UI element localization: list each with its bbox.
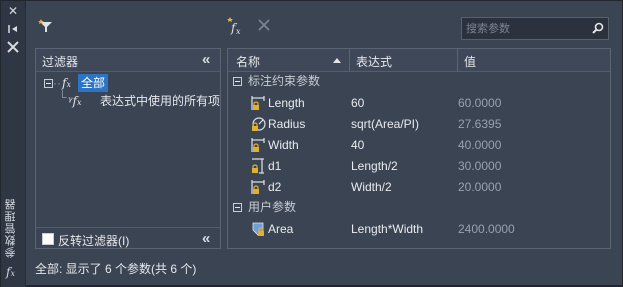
- table-row[interactable]: d1 Length/2 30.0000: [228, 156, 610, 176]
- toolbar: fx: [26, 3, 623, 43]
- param-value: 20.0000: [458, 180, 502, 194]
- collapse-group-icon[interactable]: [233, 203, 242, 212]
- user-param-icon: [250, 221, 266, 237]
- param-expression[interactable]: Width/2: [351, 177, 392, 197]
- param-value: 60.0000: [458, 96, 502, 110]
- close-icon[interactable]: ✕: [6, 4, 20, 18]
- collapse-group-icon[interactable]: [233, 77, 242, 86]
- palette-title: 参数管理器: [5, 198, 17, 258]
- search-box[interactable]: [461, 17, 609, 40]
- collapse-left-icon[interactable]: «: [202, 231, 211, 246]
- param-expression[interactable]: Length/2: [351, 156, 398, 176]
- filter-panel-title: 过滤器: [42, 55, 79, 69]
- param-name: Length: [268, 96, 305, 110]
- column-header-value[interactable]: 值: [464, 53, 476, 70]
- group-dimensional-constraints[interactable]: 标注约束参数: [228, 72, 610, 90]
- filter-panel-header: 过滤器 «: [36, 49, 220, 72]
- tree-item-label: 表达式中使用的所有项: [100, 94, 221, 108]
- linear-lock-icon: [250, 179, 266, 195]
- status-text: 全部: 显示了 6 个参数(共 6 个): [35, 262, 197, 276]
- column-header-expression[interactable]: 表达式: [356, 53, 392, 70]
- param-name: Width: [268, 138, 299, 152]
- properties-icon[interactable]: [6, 40, 20, 54]
- param-expression[interactable]: 40: [351, 135, 364, 155]
- table-row[interactable]: Area Length*Width 2400.0000: [228, 219, 610, 239]
- param-expression[interactable]: Length*Width: [351, 219, 423, 239]
- table-row[interactable]: Width 40 40.0000: [228, 135, 610, 155]
- invert-filter-label[interactable]: 反转过滤器(I): [58, 232, 129, 249]
- palette-title-bar[interactable]: ✕ 参数管理器 fx: [1, 1, 26, 287]
- fx-filter-icon: ᵞfx: [68, 94, 82, 108]
- linear-lock-icon: [250, 137, 266, 153]
- table-row[interactable]: Radius sqrt(Area/PI) 27.6395: [228, 114, 610, 134]
- param-name: Area: [268, 222, 294, 236]
- grid-header: 名称 表达式 值: [228, 49, 610, 72]
- svg-text:x: x: [236, 27, 241, 35]
- filter-panel-footer: 反转过滤器(I) «: [36, 227, 220, 250]
- fx-icon: fx: [6, 265, 15, 279]
- funnel-star-icon[interactable]: [38, 18, 54, 37]
- param-value: 27.6395: [458, 117, 502, 131]
- collapse-left-icon[interactable]: «: [202, 52, 211, 67]
- table-row[interactable]: d2 Width/2 20.0000: [228, 177, 610, 197]
- param-value: 2400.0000: [458, 222, 515, 236]
- param-name: d1: [268, 159, 282, 173]
- group-label: 用户参数: [248, 200, 297, 214]
- tree-item-label: 全部: [78, 74, 109, 92]
- filter-panel: 过滤器 « ·· fx 全部 └ ᵞfx 表达式中使用的所有项 反转过滤器(I)…: [35, 48, 221, 249]
- parameters-manager-window: ✕ 参数管理器 fx fx 过滤器 «: [0, 0, 623, 287]
- parameter-grid: 名称 表达式 值 标注约束参数 Length 60 60.0000 Radius: [227, 48, 611, 249]
- fx-star-icon[interactable]: fx: [226, 17, 244, 38]
- autohide-icon[interactable]: [6, 22, 20, 36]
- column-header-name[interactable]: 名称: [236, 53, 260, 70]
- param-name: Radius: [268, 117, 306, 131]
- group-user-parameters[interactable]: 用户参数: [228, 198, 610, 216]
- search-icon[interactable]: [592, 22, 604, 37]
- param-name: d2: [268, 180, 282, 194]
- linear-lock-icon: [250, 95, 266, 111]
- param-value: 30.0000: [458, 159, 502, 173]
- search-input[interactable]: [466, 20, 586, 37]
- param-expression[interactable]: 60: [351, 93, 364, 113]
- radius-lock-icon: [250, 116, 266, 132]
- param-expression[interactable]: sqrt(Area/PI): [351, 114, 419, 134]
- invert-filter-checkbox[interactable]: [42, 233, 54, 245]
- vertical-lock-icon: [250, 158, 266, 174]
- table-row[interactable]: Length 60 60.0000: [228, 93, 610, 113]
- group-label: 标注约束参数: [248, 74, 321, 88]
- collapse-tree-icon[interactable]: [44, 79, 53, 88]
- param-value: 40.0000: [458, 138, 502, 152]
- sort-ascending-icon[interactable]: [333, 58, 341, 63]
- close-x-icon[interactable]: [256, 17, 272, 36]
